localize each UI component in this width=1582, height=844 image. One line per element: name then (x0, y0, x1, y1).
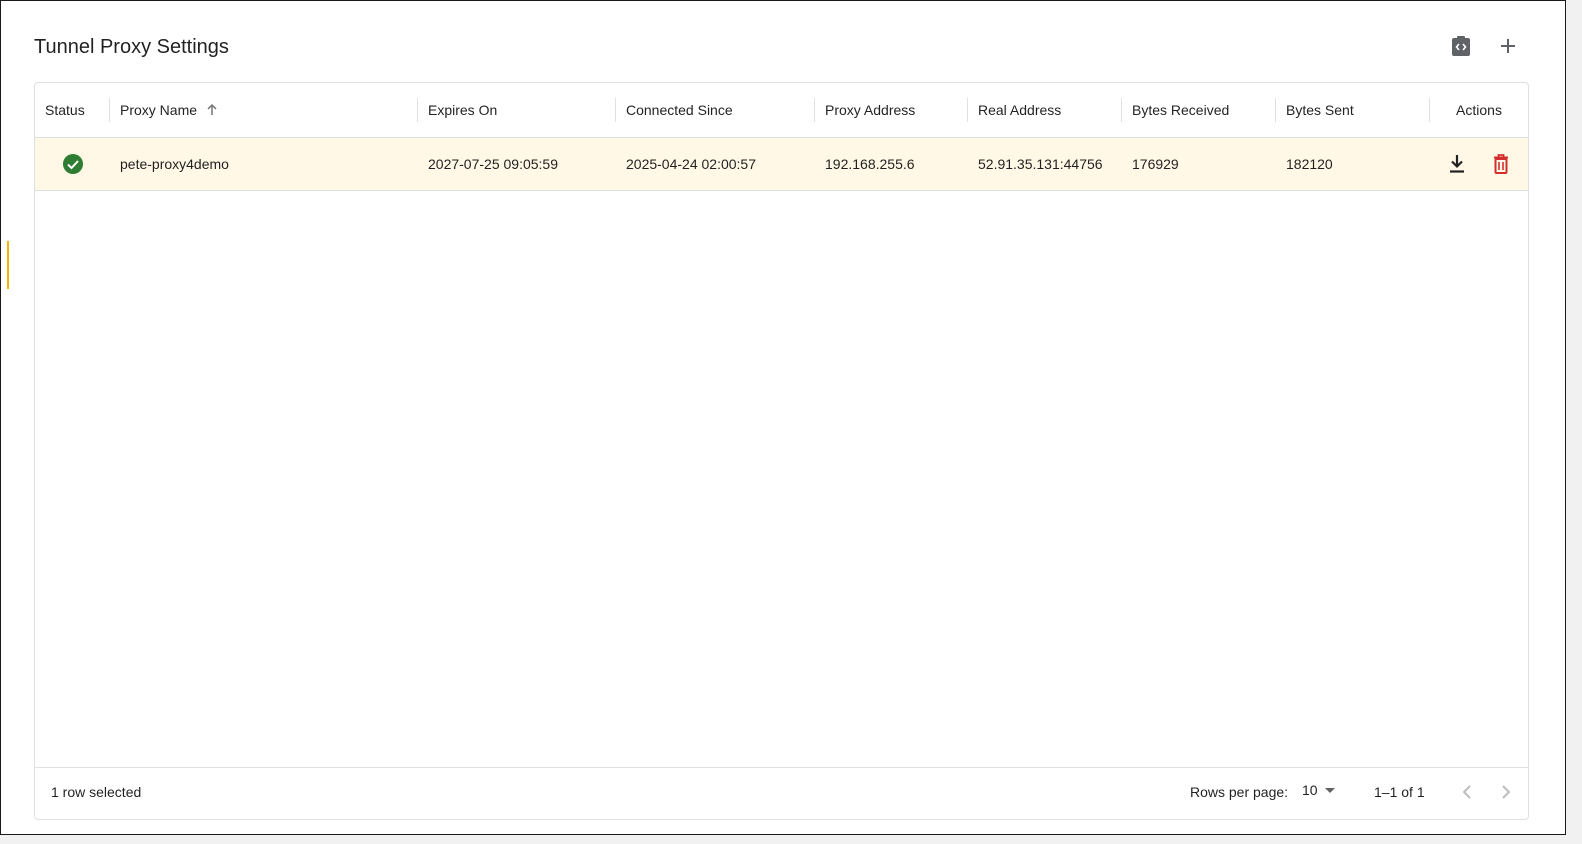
proxy-address-cell: 192.168.255.6 (825, 156, 915, 172)
column-header-real-address[interactable]: Real Address (968, 83, 1122, 137)
chevron-left-icon (1462, 785, 1471, 799)
expires-on-cell: 2027-07-25 09:05:59 (428, 156, 558, 172)
connected-since-cell: 2025-04-24 02:00:57 (626, 156, 756, 172)
status-cell (35, 138, 110, 190)
column-header-bytes-sent[interactable]: Bytes Sent (1276, 83, 1430, 137)
rows-per-page-label: Rows per page: (1190, 784, 1289, 800)
selected-row-count: 1 row selected (51, 784, 142, 800)
column-header-actions: Actions (1456, 102, 1502, 118)
column-header-proxy-name[interactable]: Proxy Name (110, 83, 418, 137)
app-frame: Tunnel Proxy Settings Status Proxy Name (0, 0, 1566, 835)
side-accent-marker (7, 241, 9, 289)
proxy-table: Status Proxy Name Expires On Connected S… (34, 82, 1529, 820)
real-address-cell: 52.91.35.131:44756 (978, 156, 1103, 172)
chevron-right-icon (1502, 785, 1511, 799)
page-title: Tunnel Proxy Settings (34, 36, 229, 58)
next-page-button[interactable] (1494, 780, 1518, 804)
table-row[interactable]: pete-proxy4demo 2027-07-25 09:05:59 2025… (35, 138, 1528, 191)
column-header-status[interactable]: Status (35, 83, 110, 137)
table-footer: 1 row selected Rows per page: 10 1–1 of … (35, 767, 1528, 819)
table-header: Status Proxy Name Expires On Connected S… (35, 83, 1528, 138)
previous-page-button[interactable] (1455, 780, 1479, 804)
pagination-range: 1–1 of 1 (1374, 784, 1425, 800)
rows-per-page-value: 10 (1302, 782, 1318, 798)
column-header-proxy-address[interactable]: Proxy Address (815, 83, 968, 137)
sort-ascending-icon[interactable] (205, 103, 219, 117)
column-header-expires-on[interactable]: Expires On (418, 83, 616, 137)
trash-icon (1494, 154, 1508, 174)
column-header-bytes-received[interactable]: Bytes Received (1122, 83, 1276, 137)
delete-button[interactable] (1491, 152, 1511, 176)
proxy-name-cell: pete-proxy4demo (120, 156, 229, 172)
chevron-down-icon (1324, 788, 1335, 793)
bytes-sent-cell: 182120 (1286, 156, 1333, 172)
add-button[interactable] (1490, 28, 1526, 64)
window-bottom-gutter (0, 835, 1582, 844)
actions-cell (1430, 138, 1528, 190)
code-clipboard-icon[interactable] (1443, 28, 1479, 64)
bytes-received-cell: 176929 (1132, 156, 1179, 172)
download-button[interactable] (1447, 152, 1467, 176)
column-header-connected-since[interactable]: Connected Since (616, 83, 815, 137)
check-circle-icon (62, 154, 83, 174)
download-icon (1450, 155, 1464, 173)
rows-per-page-select[interactable]: 10 (1302, 782, 1336, 798)
window-scroll-gutter (1566, 0, 1582, 844)
plus-icon (1501, 39, 1515, 53)
